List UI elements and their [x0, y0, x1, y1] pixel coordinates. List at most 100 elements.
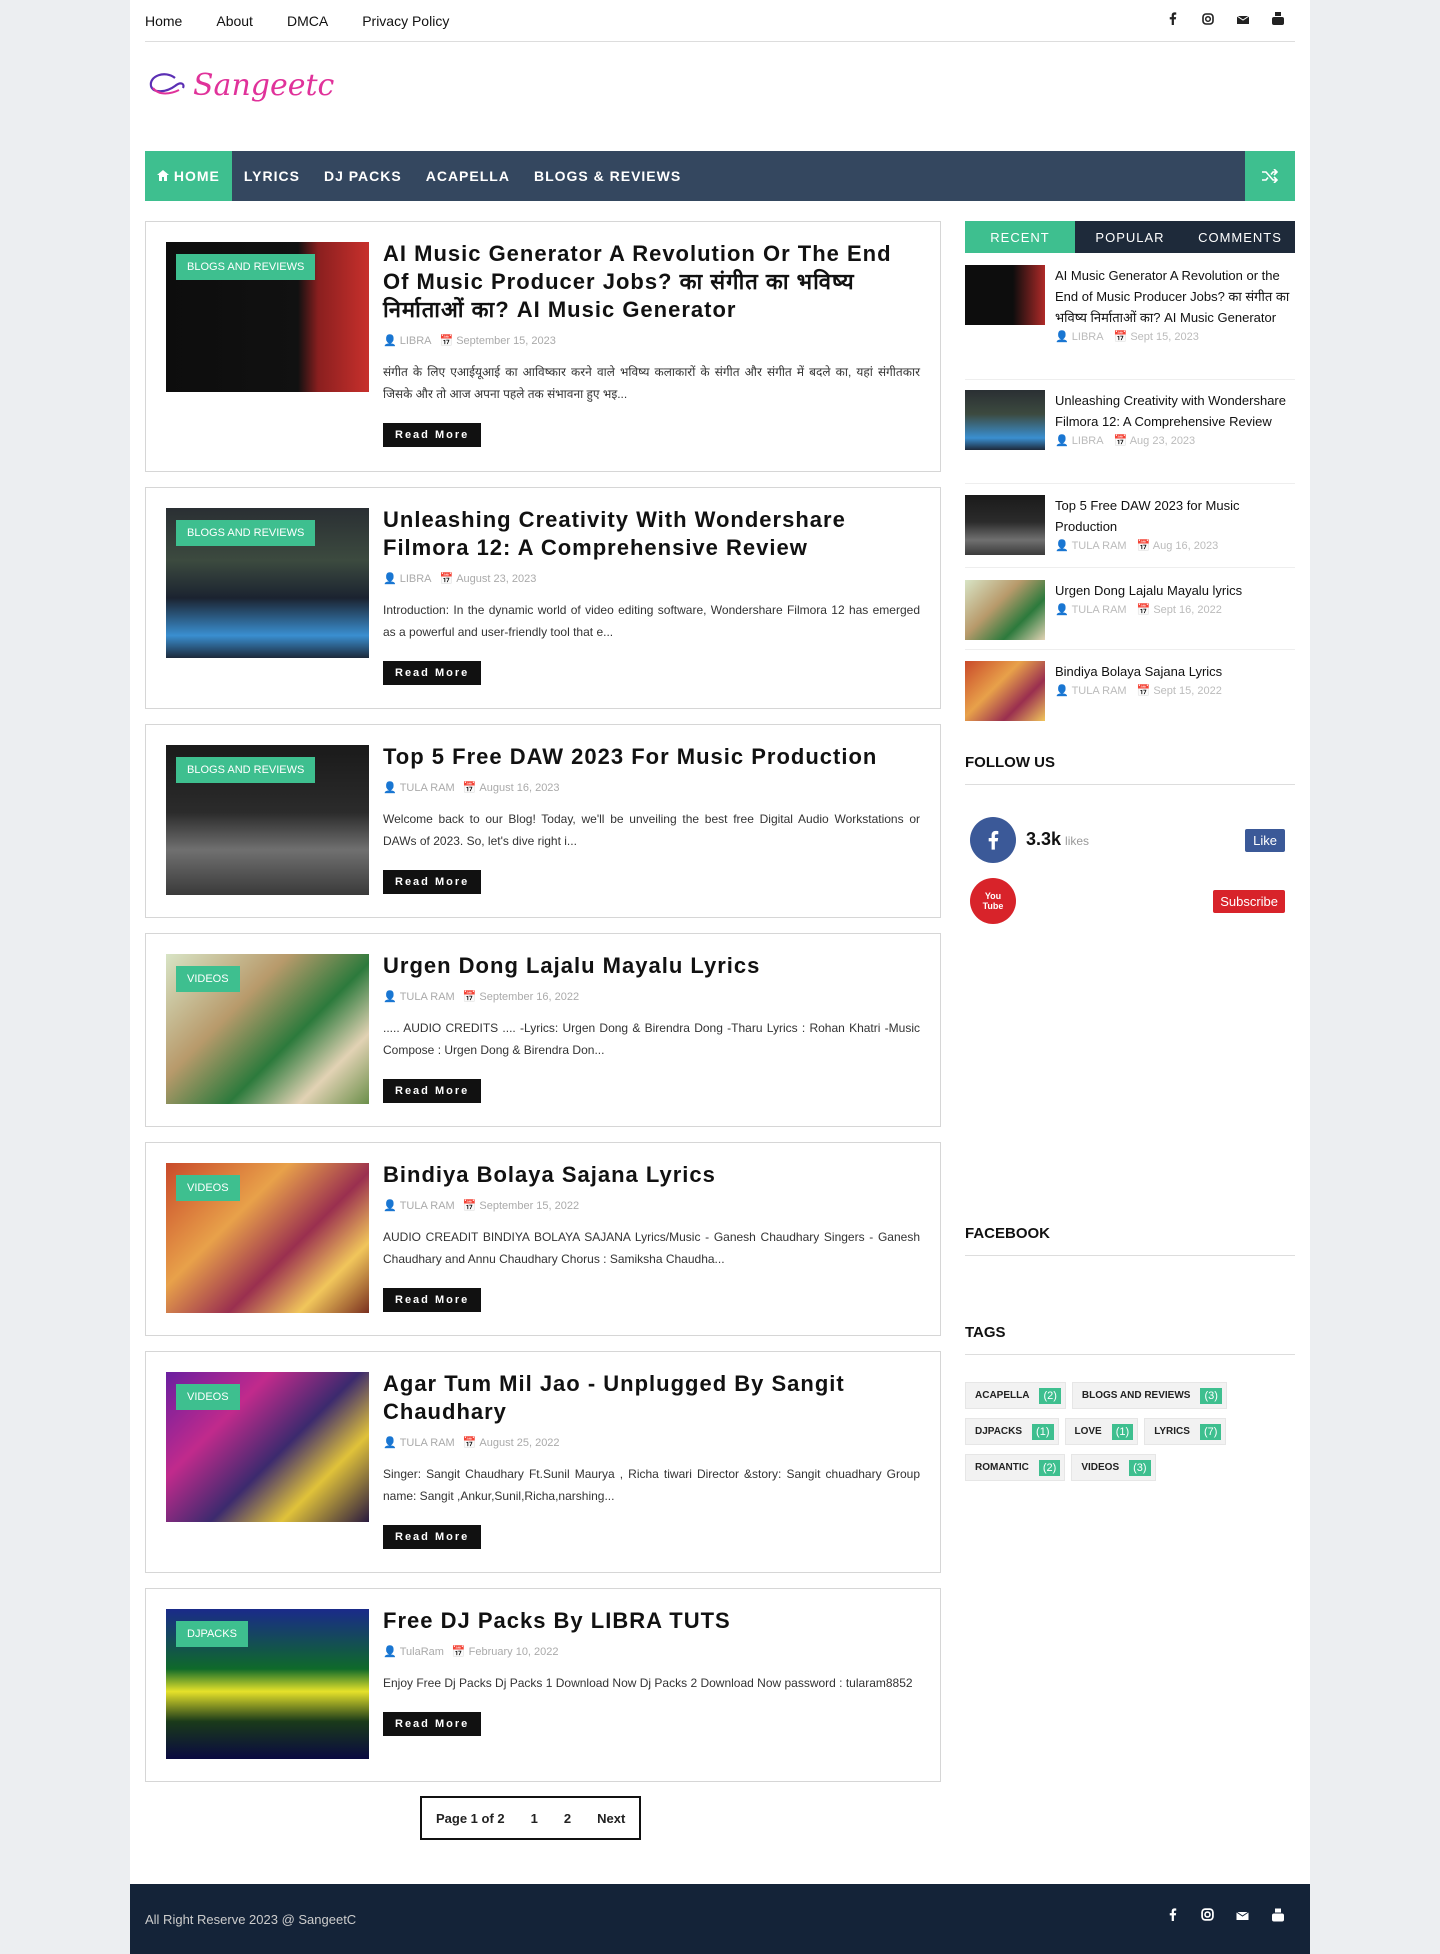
post-author[interactable]: 👤 TULA RAM: [383, 1436, 455, 1450]
page-2-link[interactable]: 2: [564, 1811, 571, 1826]
tab-comments[interactable]: COMMENTS: [1185, 221, 1295, 253]
tag-djpacks[interactable]: DJPACKS (1): [965, 1418, 1059, 1445]
post-author[interactable]: 👤 TULA RAM: [383, 1199, 455, 1213]
next-page-link[interactable]: Next: [597, 1811, 625, 1826]
tab-recent[interactable]: RECENT: [965, 221, 1075, 253]
nav-home[interactable]: HOME: [145, 151, 232, 201]
recent-post-item[interactable]: Unleashing Creativity with Wondershare F…: [965, 390, 1295, 484]
post-thumbnail[interactable]: VIDEOS: [166, 1163, 369, 1313]
recent-post-item[interactable]: Urgen Dong Lajalu Mayalu lyrics 👤 TULA R…: [965, 580, 1295, 650]
tag-romantic[interactable]: ROMANTIC (2): [965, 1454, 1066, 1481]
read-more-button[interactable]: Read More: [383, 661, 482, 685]
post-thumbnail[interactable]: VIDEOS: [166, 1372, 369, 1522]
read-more-button[interactable]: Read More: [383, 1288, 482, 1312]
post-title[interactable]: Urgen Dong Lajalu Mayalu Lyrics: [383, 952, 920, 980]
recent-post-title[interactable]: Bindiya Bolaya Sajana Lyrics: [1055, 661, 1295, 682]
post-author[interactable]: 👤 LIBRA: [383, 334, 432, 348]
post-category-badge[interactable]: DJPACKS: [176, 1621, 248, 1647]
facebook-icon[interactable]: [1155, 1908, 1190, 1927]
recent-post-title[interactable]: AI Music Generator A Revolution or the E…: [1055, 265, 1295, 328]
post-author[interactable]: 👤 LIBRA: [383, 572, 432, 586]
recent-post-item[interactable]: AI Music Generator A Revolution or the E…: [965, 265, 1295, 380]
post-author[interactable]: 👤 TulaRam: [383, 1645, 444, 1659]
sidebar-tabs: RECENT POPULAR COMMENTS: [965, 221, 1295, 253]
read-more-button[interactable]: Read More: [383, 423, 482, 447]
post-date: 📅 August 25, 2022: [462, 1436, 560, 1450]
recent-post-thumbnail[interactable]: [965, 265, 1045, 325]
top-social: [1155, 11, 1295, 30]
post-excerpt: Enjoy Free Dj Packs Dj Packs 1 Download …: [383, 1676, 913, 1690]
nav-acapella[interactable]: ACAPELLA: [414, 151, 522, 201]
tag-videos[interactable]: VIDEOS (3): [1071, 1454, 1156, 1481]
post-title[interactable]: Agar Tum Mil Jao - Unplugged By Sangit C…: [383, 1370, 920, 1426]
post-author[interactable]: 👤 TULA RAM: [383, 781, 455, 795]
recent-post-item[interactable]: Bindiya Bolaya Sajana Lyrics 👤 TULA RAM 📅…: [965, 661, 1295, 727]
tab-popular[interactable]: POPULAR: [1075, 221, 1185, 253]
post-thumbnail[interactable]: VIDEOS: [166, 954, 369, 1104]
nav-home-label: HOME: [173, 168, 220, 184]
post-category-badge[interactable]: BLOGS AND REVIEWS: [176, 254, 316, 280]
recent-post-thumbnail[interactable]: [965, 580, 1045, 640]
read-more-button[interactable]: Read More: [383, 1079, 482, 1103]
instagram-icon[interactable]: [1190, 12, 1225, 30]
post-category-badge[interactable]: VIDEOS: [176, 1175, 240, 1201]
random-post-button[interactable]: [1245, 151, 1295, 201]
facebook-like-button[interactable]: Like: [1245, 829, 1285, 852]
youtube-icon[interactable]: You Tube: [970, 878, 1016, 924]
recent-post-thumbnail[interactable]: [965, 390, 1045, 450]
mail-icon[interactable]: [1225, 1908, 1260, 1927]
page-1-link[interactable]: 1: [531, 1811, 538, 1826]
read-more-button[interactable]: Read More: [383, 1712, 482, 1736]
read-more-button[interactable]: Read More: [383, 870, 482, 894]
post-thumbnail[interactable]: BLOGS AND REVIEWS: [166, 745, 369, 895]
post-thumbnail[interactable]: BLOGS AND REVIEWS: [166, 242, 369, 392]
site-logo[interactable]: Sangeetc: [145, 60, 1295, 110]
post-title[interactable]: Top 5 Free DAW 2023 For Music Production: [383, 743, 920, 771]
post-date: 📅 August 23, 2023: [439, 572, 537, 586]
post-category-badge[interactable]: BLOGS AND REVIEWS: [176, 757, 316, 783]
facebook-follow-row: 3.3k likes Like: [965, 817, 1295, 867]
tag-acapella[interactable]: ACAPELLA (2): [965, 1382, 1066, 1409]
main-nav: HOME LYRICS DJ PACKS ACAPELLA BLOGS & RE…: [145, 151, 1295, 201]
nav-lyrics[interactable]: LYRICS: [232, 151, 312, 201]
recent-post-title[interactable]: Unleashing Creativity with Wondershare F…: [1055, 390, 1295, 432]
recent-post-title[interactable]: Top 5 Free DAW 2023 for Music Production: [1055, 495, 1295, 537]
mail-icon[interactable]: [1225, 12, 1260, 30]
follow-us-title: FOLLOW US: [965, 754, 1295, 785]
recent-post-thumbnail[interactable]: [965, 495, 1045, 555]
post-category-badge[interactable]: VIDEOS: [176, 966, 240, 992]
post-category-badge[interactable]: VIDEOS: [176, 1384, 240, 1410]
recent-post-item[interactable]: Top 5 Free DAW 2023 for Music Production…: [965, 495, 1295, 568]
read-more-button[interactable]: Read More: [383, 1525, 482, 1549]
top-nav-about[interactable]: About: [216, 13, 253, 29]
post-title[interactable]: AI Music Generator A Revolution Or The E…: [383, 240, 920, 324]
tags-title: TAGS: [965, 1324, 1295, 1355]
youtube-icon[interactable]: [1260, 1908, 1295, 1927]
post-thumbnail[interactable]: BLOGS AND REVIEWS: [166, 508, 369, 658]
post-title[interactable]: Bindiya Bolaya Sajana Lyrics: [383, 1161, 920, 1189]
nav-dj-packs[interactable]: DJ PACKS: [312, 151, 414, 201]
post-category-badge[interactable]: BLOGS AND REVIEWS: [176, 520, 316, 546]
facebook-like-count: 3.3k likes: [1026, 829, 1090, 849]
recent-post-title[interactable]: Urgen Dong Lajalu Mayalu lyrics: [1055, 580, 1295, 601]
youtube-subscribe-button[interactable]: Subscribe: [1213, 890, 1285, 913]
nav-blogs-reviews[interactable]: BLOGS & REVIEWS: [522, 151, 693, 201]
post-thumbnail[interactable]: DJPACKS: [166, 1609, 369, 1759]
facebook-icon[interactable]: [1155, 11, 1190, 30]
tag-blogs-and-reviews[interactable]: BLOGS AND REVIEWS (3): [1071, 1382, 1227, 1409]
post-title[interactable]: Unleashing Creativity With Wondershare F…: [383, 506, 920, 562]
top-nav-privacy[interactable]: Privacy Policy: [362, 13, 449, 29]
footer-copyright: All Right Reserve 2023 @ SangeetC: [145, 1912, 357, 1927]
top-nav-dmca[interactable]: DMCA: [287, 13, 328, 29]
instagram-icon[interactable]: [1190, 1908, 1225, 1927]
youtube-icon[interactable]: [1260, 11, 1295, 30]
top-nav-home[interactable]: Home: [145, 13, 182, 29]
post-title[interactable]: Free DJ Packs By LIBRA TUTS: [383, 1607, 920, 1635]
post-author[interactable]: 👤 TULA RAM: [383, 990, 455, 1004]
tag-love[interactable]: LOVE (1): [1064, 1418, 1139, 1445]
post-excerpt: Singer: Sangit Chaudhary Ft.Sunil Maurya…: [383, 1467, 920, 1503]
facebook-icon[interactable]: [970, 817, 1016, 863]
recent-post-thumbnail[interactable]: [965, 661, 1045, 721]
tag-cloud: ACAPELLA (2) BLOGS AND REVIEWS (3) DJPACKS…: [965, 1382, 1295, 1481]
tag-lyrics[interactable]: LYRICS (7): [1144, 1418, 1227, 1445]
